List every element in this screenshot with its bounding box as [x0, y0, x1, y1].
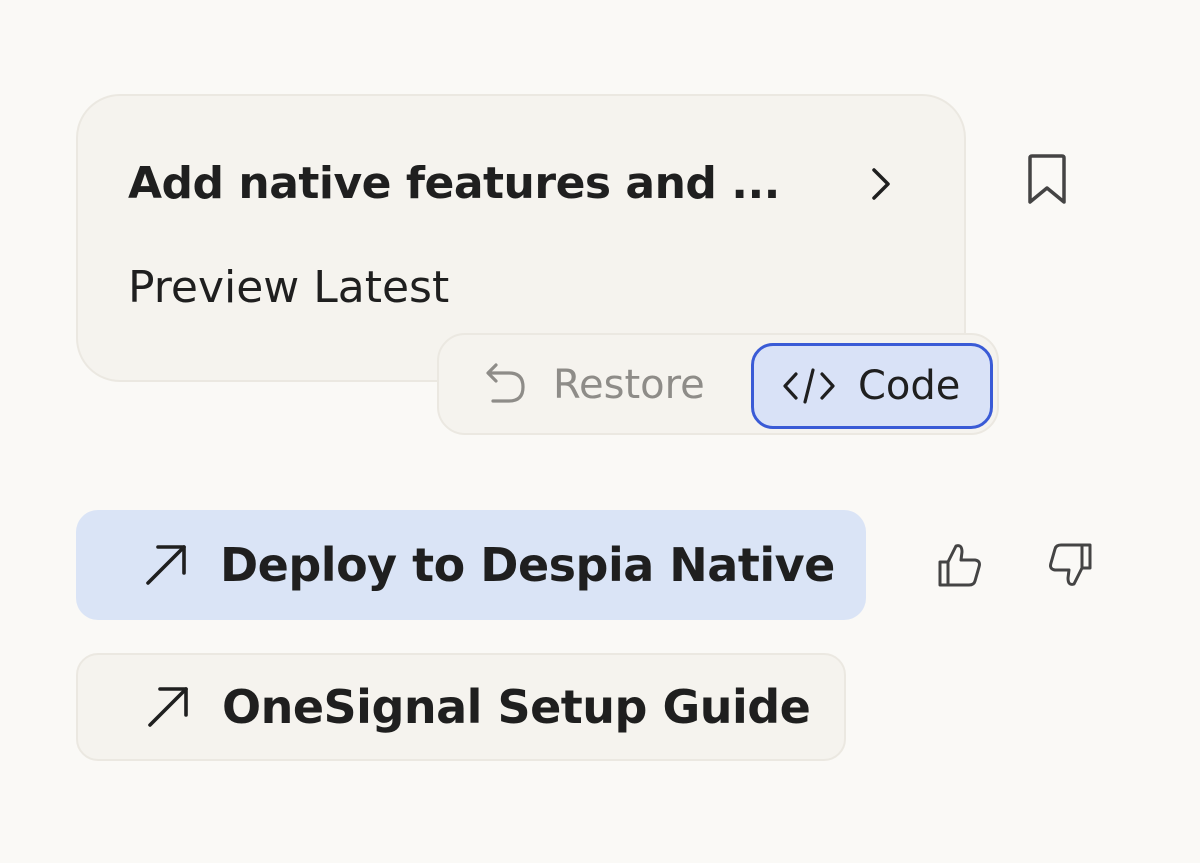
code-button[interactable]: Code — [751, 343, 993, 429]
arrow-up-right-icon — [148, 687, 188, 727]
code-label: Code — [858, 363, 961, 409]
deploy-despia-link[interactable]: Deploy to Despia Native — [76, 510, 866, 620]
bookmark-icon[interactable] — [1022, 152, 1072, 208]
restore-button[interactable]: Restore — [479, 357, 705, 413]
onesignal-guide-link[interactable]: OneSignal Setup Guide — [76, 653, 846, 761]
undo-icon — [486, 363, 525, 403]
chevron-right-icon[interactable] — [866, 164, 896, 204]
version-subtitle: Preview Latest — [128, 262, 450, 313]
onesignal-guide-label: OneSignal Setup Guide — [222, 680, 811, 734]
arrow-up-right-icon — [146, 545, 186, 585]
restore-label: Restore — [553, 362, 705, 408]
deploy-despia-label: Deploy to Despia Native — [220, 538, 835, 592]
version-action-bar: Restore Code — [437, 333, 999, 435]
thumbs-up-icon[interactable] — [934, 540, 984, 590]
thumbs-down-icon[interactable] — [1046, 540, 1096, 590]
code-icon — [783, 368, 835, 404]
version-title: Add native features and ... — [128, 158, 780, 209]
